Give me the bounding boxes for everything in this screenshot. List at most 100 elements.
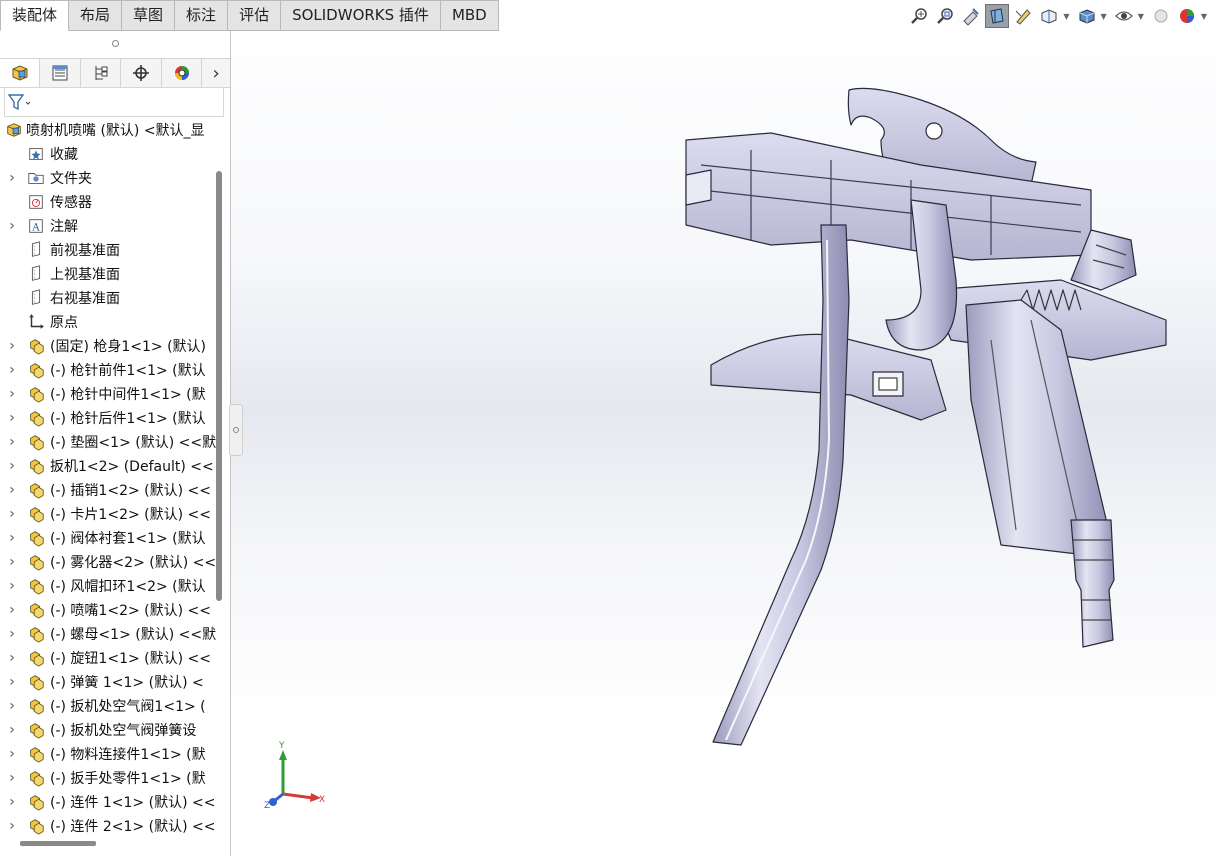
hide-show-chevron-down-icon[interactable]: ▼ xyxy=(1138,12,1144,21)
tree-item-2[interactable]: 传感器 xyxy=(0,190,214,214)
expand-chevron-icon[interactable]: › xyxy=(6,818,18,834)
tree-horizontal-scrollbar[interactable] xyxy=(20,841,96,846)
part-icon xyxy=(26,816,46,836)
expand-chevron-icon[interactable]: › xyxy=(6,218,18,234)
expand-chevron-icon[interactable]: › xyxy=(6,362,18,378)
part-icon xyxy=(26,600,46,620)
expand-chevron-icon[interactable]: › xyxy=(6,698,18,714)
plane-icon xyxy=(26,288,46,308)
view-orientation-icon[interactable] xyxy=(1037,4,1061,28)
expand-chevron-icon[interactable]: › xyxy=(6,170,18,186)
tree-vertical-scrollbar[interactable] xyxy=(216,171,222,601)
propertymanager-tab[interactable] xyxy=(40,59,81,87)
tree-item-18[interactable]: › (-) 风帽扣环1<2> (默认 xyxy=(0,574,214,598)
apply-scene-icon[interactable] xyxy=(1175,4,1199,28)
tree-item-3[interactable]: › A 注解 xyxy=(0,214,214,238)
tab-evaluate[interactable]: 评估 xyxy=(228,0,282,31)
tree-item-11[interactable]: › (-) 枪针后件1<1> (默认 xyxy=(0,406,214,430)
previous-view-icon[interactable] xyxy=(959,4,983,28)
display-style-icon[interactable] xyxy=(1075,4,1099,28)
tree-item-4[interactable]: 前视基准面 xyxy=(0,238,214,262)
tree-item-label: (-) 枪针前件1<1> (默认 xyxy=(50,363,206,379)
part-icon xyxy=(26,672,46,692)
tab-layout[interactable]: 布局 xyxy=(69,0,123,31)
expand-chevron-icon[interactable]: › xyxy=(6,650,18,666)
tree-item-13[interactable]: › 扳机1<2> (Default) << xyxy=(0,454,214,478)
display-manager-tab[interactable] xyxy=(162,59,203,87)
tab-assembly[interactable]: 装配体 xyxy=(0,0,70,31)
tree-item-5[interactable]: 上视基准面 xyxy=(0,262,214,286)
tree-item-14[interactable]: › (-) 插销1<2> (默认) << xyxy=(0,478,214,502)
tree-item-9[interactable]: › (-) 枪针前件1<1> (默认 xyxy=(0,358,214,382)
panel-collapse-handle[interactable] xyxy=(229,404,243,456)
tree-item-27[interactable]: › (-) 连件 1<1> (默认) << xyxy=(0,790,215,814)
section-view-icon[interactable] xyxy=(985,4,1010,28)
tree-item-label: (-) 枪针后件1<1> (默认 xyxy=(50,411,206,427)
apply-scene-chevron-down-icon[interactable]: ▼ xyxy=(1201,12,1207,21)
expand-chevron-icon[interactable]: › xyxy=(6,626,18,642)
expand-chevron-icon[interactable]: › xyxy=(6,506,18,522)
panel-grip[interactable] xyxy=(0,31,230,55)
tree-item-8[interactable]: › (固定) 枪身1<1> (默认) xyxy=(0,334,214,358)
expand-chevron-icon[interactable]: › xyxy=(6,722,18,738)
tree-filter[interactable] xyxy=(4,87,224,117)
tree-item-22[interactable]: › (-) 弹簧 1<1> (默认) < xyxy=(0,670,214,694)
featuremanager-tab[interactable] xyxy=(0,59,41,87)
tree-item-root-assembly[interactable]: 喷射机喷嘴 (默认) <默认_显 xyxy=(0,118,214,142)
expand-chevron-icon[interactable]: › xyxy=(6,770,18,786)
tree-item-16[interactable]: › (-) 阀体衬套1<1> (默认 xyxy=(0,526,214,550)
tree-item-7[interactable]: 原点 xyxy=(0,310,214,334)
tab-mbd[interactable]: MBD xyxy=(440,0,499,31)
expand-chevron-icon[interactable]: › xyxy=(6,338,18,354)
tree-item-6[interactable]: 右视基准面 xyxy=(0,286,214,310)
dynamic-annotation-icon[interactable] xyxy=(1011,4,1035,28)
tree-item-23[interactable]: › (-) 扳机处空气阀1<1> ( xyxy=(0,694,214,718)
tab-markup[interactable]: 标注 xyxy=(175,0,229,31)
zoom-to-fit-icon[interactable] xyxy=(907,4,931,28)
tree-item-label: (-) 插销1<2> (默认) << xyxy=(50,483,211,499)
expand-chevron-icon[interactable]: › xyxy=(6,458,18,474)
expand-chevron-icon[interactable]: › xyxy=(6,746,18,762)
svg-text:A: A xyxy=(31,223,40,234)
expand-chevron-icon[interactable]: › xyxy=(6,530,18,546)
tree-item-24[interactable]: › (-) 扳机处空气阀弹簧设 xyxy=(0,718,214,742)
tree-item-20[interactable]: › (-) 螺母<1> (默认) <<默 xyxy=(0,622,216,646)
tree-item-19[interactable]: › (-) 喷嘴1<2> (默认) << xyxy=(0,598,214,622)
tab-sketch[interactable]: 草图 xyxy=(122,0,176,31)
tree-item-21[interactable]: › (-) 旋钮1<1> (默认) << xyxy=(0,646,214,670)
tab-solidworks-addins[interactable]: SOLIDWORKS 插件 xyxy=(281,0,441,31)
tree-item-15[interactable]: › (-) 卡片1<2> (默认) << xyxy=(0,502,214,526)
tree-item-17[interactable]: › (-) 雾化器<2> (默认) << xyxy=(0,550,216,574)
tree-item-28[interactable]: › (-) 连件 2<1> (默认) << xyxy=(0,814,215,838)
edit-appearance-icon[interactable] xyxy=(1149,4,1173,28)
expand-chevron-icon[interactable]: › xyxy=(6,482,18,498)
coordinate-triad: Y X Z xyxy=(264,741,325,810)
zoom-to-area-icon[interactable] xyxy=(933,4,957,28)
tree-item-12[interactable]: › (-) 垫圈<1> (默认) <<默 xyxy=(0,430,216,454)
expand-chevron-icon[interactable]: › xyxy=(6,794,18,810)
expand-chevron-icon[interactable]: › xyxy=(6,674,18,690)
configurationmanager-tab[interactable] xyxy=(81,59,122,87)
expand-chevron-icon[interactable]: › xyxy=(6,602,18,618)
annotation-icon: A xyxy=(26,216,46,236)
tree-item-10[interactable]: › (-) 枪针中间件1<1> (默 xyxy=(0,382,214,406)
dimxpert-tab[interactable] xyxy=(121,59,162,87)
feature-tree: 喷射机喷嘴 (默认) <默认_显 收藏 › 文件夹 传感器 › A 注解 前视基准面 上视基准面右… xyxy=(0,118,216,838)
more-tabs-chevron-icon[interactable]: › xyxy=(202,59,230,87)
expand-chevron-icon[interactable]: › xyxy=(6,578,18,594)
spray-gun-section-model[interactable] xyxy=(671,75,1216,755)
sensor-icon xyxy=(26,192,46,212)
expand-chevron-icon[interactable]: › xyxy=(6,434,18,450)
view-orientation-chevron-down-icon[interactable]: ▼ xyxy=(1063,12,1069,21)
tree-item-26[interactable]: › (-) 扳手处零件1<1> (默 xyxy=(0,766,214,790)
hide-show-icon[interactable] xyxy=(1112,4,1136,28)
part-icon xyxy=(26,624,46,644)
tree-item-0[interactable]: 收藏 xyxy=(0,142,214,166)
tree-item-25[interactable]: › (-) 物料连接件1<1> (默 xyxy=(0,742,214,766)
graphics-area[interactable]: ▼ ▼ ▼ ▼ Y X Z xyxy=(231,0,1216,856)
expand-chevron-icon[interactable]: › xyxy=(6,386,18,402)
tree-item-1[interactable]: › 文件夹 xyxy=(0,166,214,190)
expand-chevron-icon[interactable]: › xyxy=(6,410,18,426)
expand-chevron-icon[interactable]: › xyxy=(6,554,18,570)
display-style-chevron-down-icon[interactable]: ▼ xyxy=(1101,12,1107,21)
